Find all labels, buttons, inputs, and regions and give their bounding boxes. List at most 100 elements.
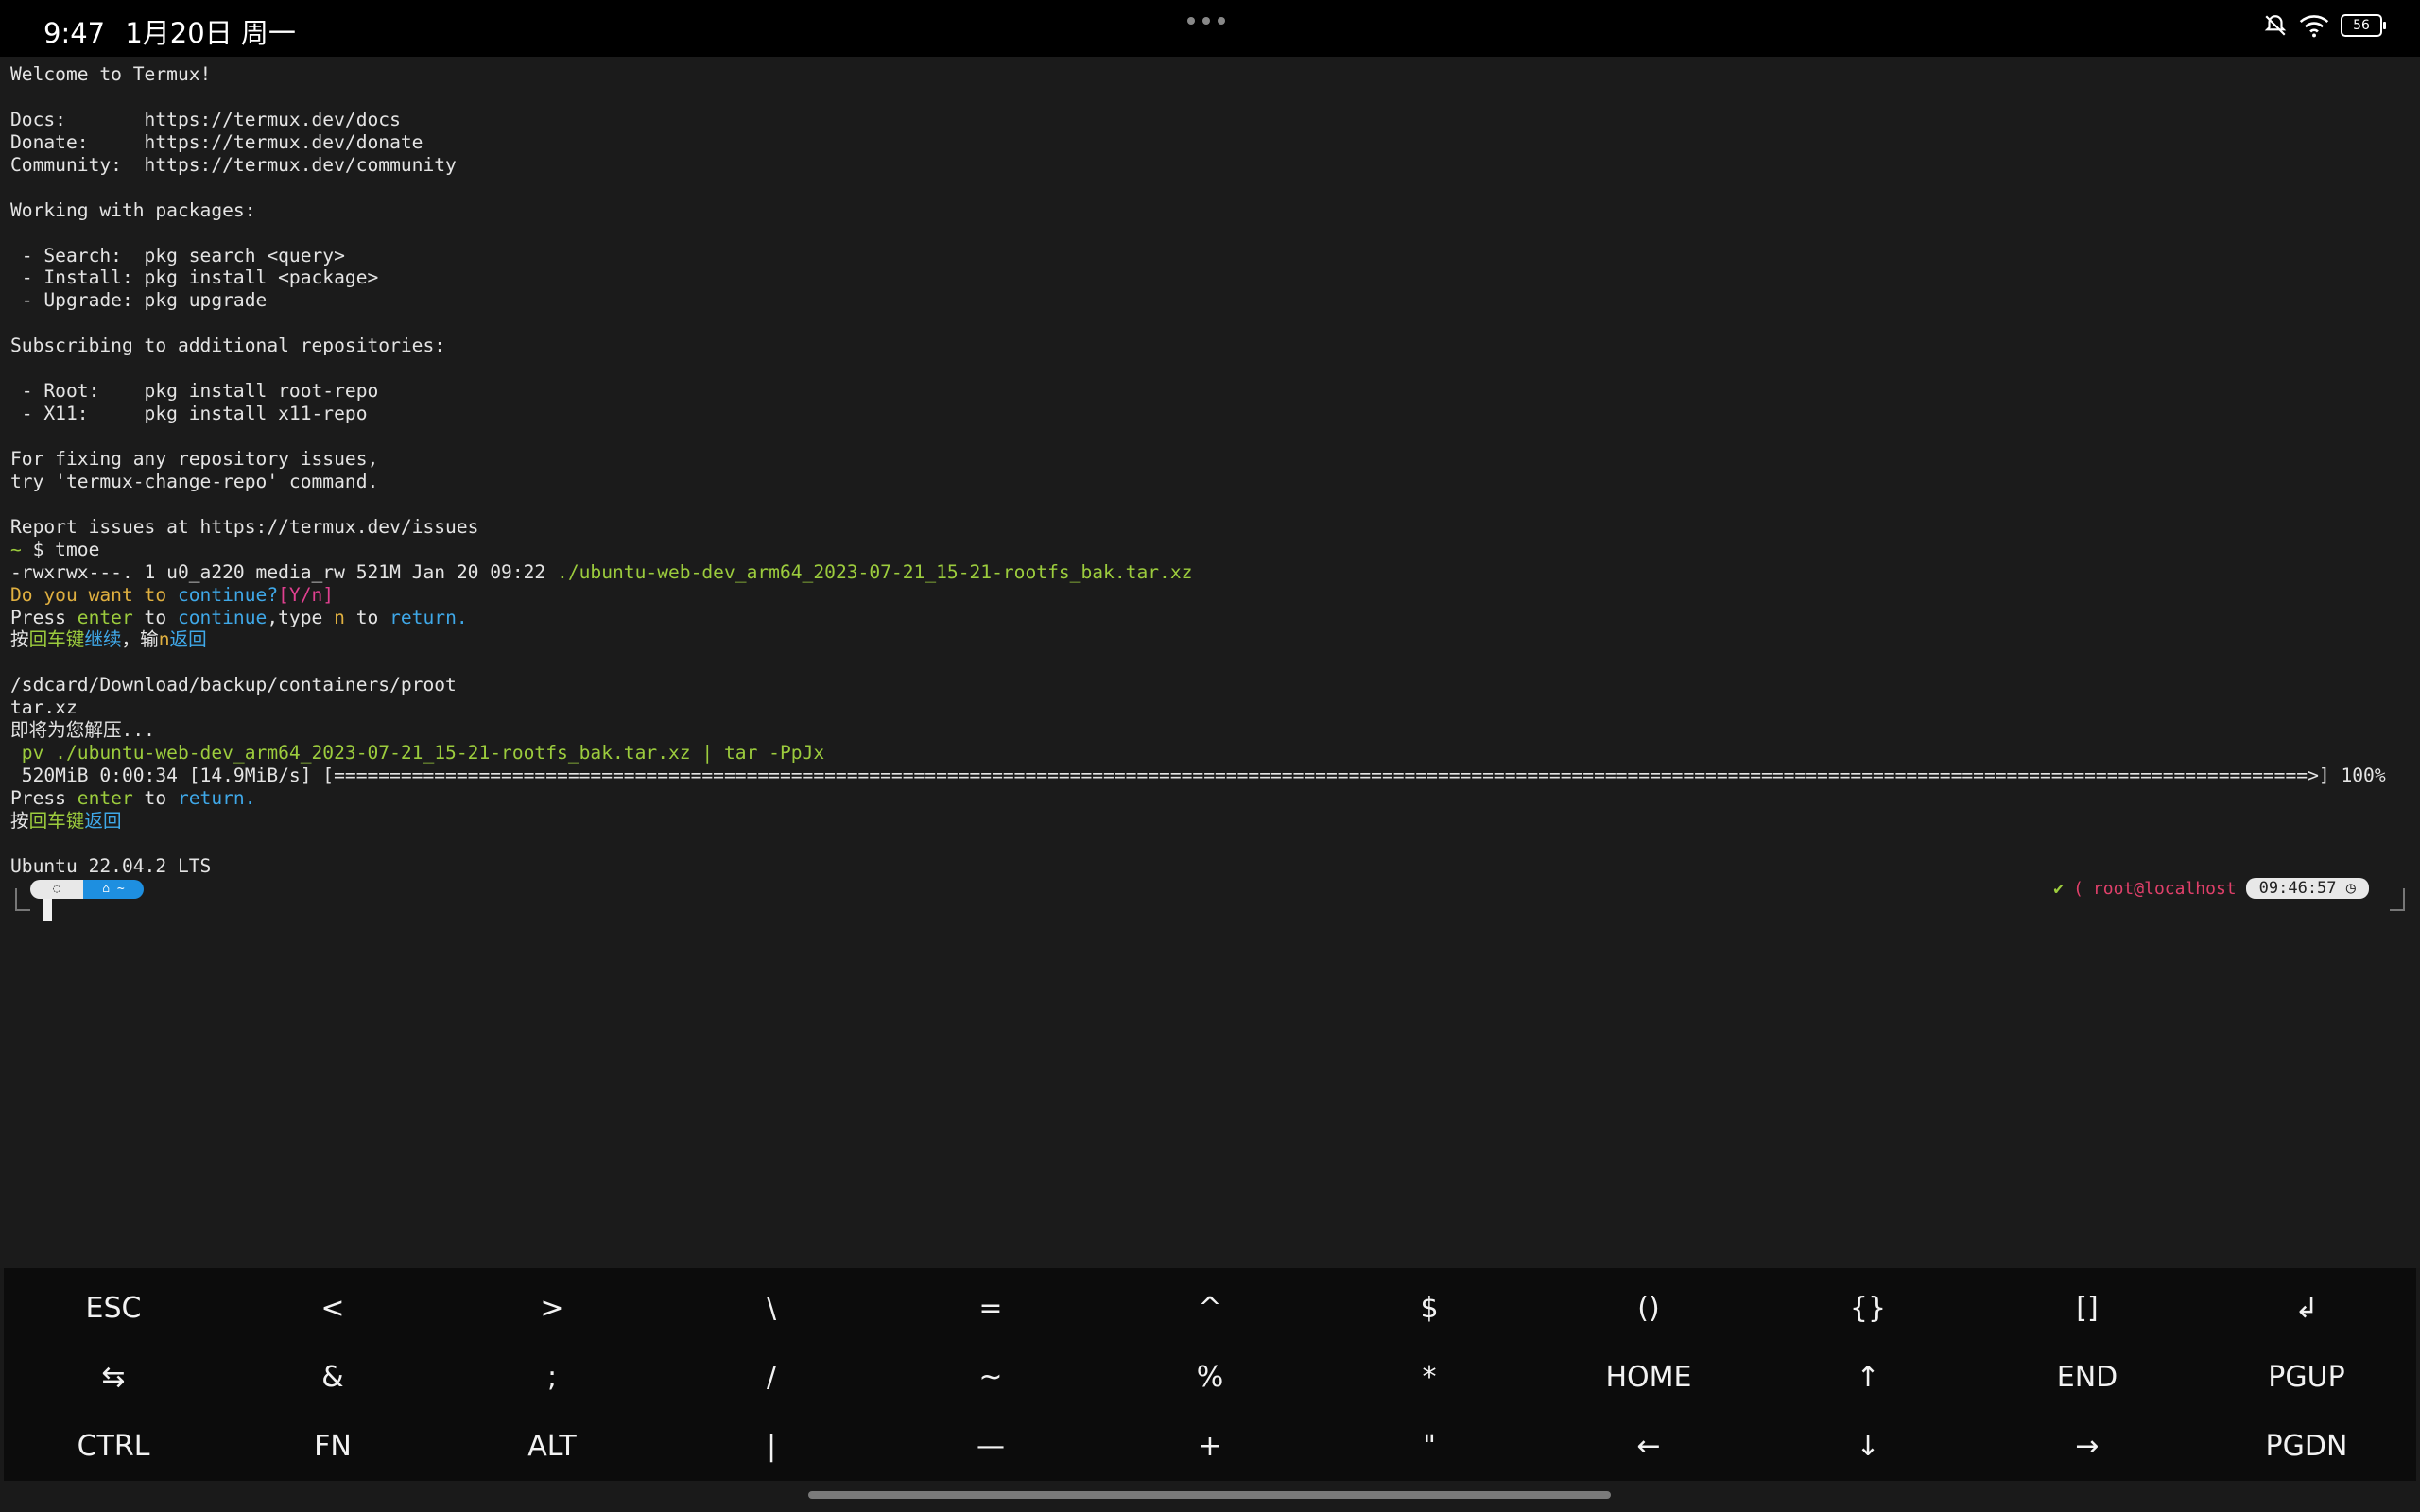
home-dir-segment: ⌂ ~ (83, 880, 144, 899)
esc-key[interactable]: ESC (4, 1274, 223, 1343)
terminal-text-segment: to (132, 606, 178, 628)
terminal-line: Press enter to return. (10, 787, 2386, 810)
terminal-line: For fixing any repository issues, (10, 448, 2386, 471)
up-arrow-key[interactable]: ↑ (1758, 1343, 1978, 1412)
page-down-key[interactable]: PGDN (2197, 1412, 2416, 1481)
terminal-text-segment: - Upgrade: pkg upgrade (10, 289, 268, 312)
terminal-text-segment: tar.xz (10, 696, 78, 719)
battery-level: 56 (2353, 18, 2370, 33)
terminal-output[interactable]: Welcome to Termux! Docs: https://termux.d… (0, 57, 2420, 1268)
less-than-key[interactable]: < (223, 1274, 442, 1343)
greater-than-key[interactable]: > (442, 1274, 662, 1343)
terminal-line: tar.xz (10, 696, 2386, 719)
prompt-segment: ◌ ⌂ ~ (30, 880, 144, 899)
parens-key[interactable]: () (1539, 1274, 1758, 1343)
fn-key[interactable]: FN (223, 1412, 442, 1481)
terminal-text-segment: 返回 (84, 809, 122, 832)
terminal-text-segment: 回车键 (28, 628, 85, 651)
down-arrow-key[interactable]: ↓ (1758, 1412, 1978, 1481)
extra-keys-row: CTRL FN ALT | — + " ← ↓ → PGDN (4, 1412, 2416, 1481)
terminal-cursor[interactable] (43, 899, 52, 921)
terminal-text-segment: ./ubuntu-web-dev_arm64_2023-07-21_15-21-… (557, 560, 1193, 583)
terminal-text-segment: - Root: pkg install root-repo (10, 380, 379, 403)
terminal-lines: Welcome to Termux! Docs: https://termux.d… (10, 63, 2386, 878)
equals-key[interactable]: = (881, 1274, 1100, 1343)
percent-key[interactable]: % (1100, 1343, 1320, 1412)
battery-icon: 56 (2341, 14, 2386, 37)
terminal-line: Press enter to continue,type n to return… (10, 607, 2386, 629)
end-key[interactable]: END (1978, 1343, 2197, 1412)
home-indicator[interactable] (808, 1491, 1611, 1499)
prompt-right-segment: ✔ ( root@localhost 09:46:57 ◷ (2053, 878, 2369, 899)
plus-key[interactable]: + (1100, 1412, 1320, 1481)
tab-key[interactable]: ⇆ (4, 1343, 223, 1412)
terminal-text-segment: ，输 (121, 628, 159, 651)
terminal-text-segment: Welcome to Termux! (10, 63, 212, 85)
slash-key[interactable]: / (662, 1343, 881, 1412)
terminal-text-segment: 回车键 (28, 809, 85, 832)
dash-key[interactable]: — (881, 1412, 1100, 1481)
terminal-line: Docs: https://termux.dev/docs (10, 109, 2386, 131)
terminal-text-segment: n (334, 606, 345, 628)
terminal-line: pv ./ubuntu-web-dev_arm64_2023-07-21_15-… (10, 742, 2386, 765)
enter-key[interactable]: ↲ (2197, 1274, 2416, 1343)
terminal-text-segment: 即将为您解压... (10, 719, 155, 742)
tilde-key[interactable]: ~ (881, 1343, 1100, 1412)
left-arrow-key[interactable]: ← (1539, 1412, 1758, 1481)
terminal-line: Do you want to continue?[Y/n] (10, 584, 2386, 607)
dollar-key[interactable]: $ (1320, 1274, 1539, 1343)
terminal-line: 520MiB 0:00:34 [14.9MiB/s] [============… (10, 765, 2386, 787)
terminal-text-segment: Report issues at https://termux.dev/issu… (10, 515, 479, 538)
terminal-text-segment: 返回 (169, 628, 207, 651)
caret-key[interactable]: ^ (1100, 1274, 1320, 1343)
asterisk-key[interactable]: * (1320, 1343, 1539, 1412)
terminal-line: /sdcard/Download/backup/containers/proot (10, 674, 2386, 696)
terminal-line: - Install: pkg install <package> (10, 266, 2386, 289)
home-key[interactable]: HOME (1539, 1343, 1758, 1412)
terminal-line: - X11: pkg install x11-repo (10, 403, 2386, 425)
terminal-text-segment: Donate: https://termux.dev/donate (10, 130, 424, 153)
brackets-key[interactable]: [] (1978, 1274, 2197, 1343)
terminal-line: 按回车键继续，输n返回 (10, 628, 2386, 651)
terminal-text-segment: enter (77, 787, 133, 809)
terminal-text-segment: ~ (10, 538, 33, 560)
terminal-text-segment: Ubuntu 22.04.2 LTS (10, 854, 212, 877)
pipe-key[interactable]: | (662, 1412, 881, 1481)
quote-key[interactable]: " (1320, 1412, 1539, 1481)
more-dots-icon[interactable] (1187, 17, 1225, 25)
ctrl-key[interactable]: CTRL (4, 1412, 223, 1481)
terminal-text-segment: try 'termux-change-repo' command. (10, 470, 379, 492)
semicolon-key[interactable]: ; (442, 1343, 662, 1412)
terminal-text-segment: For fixing any repository issues, (10, 447, 379, 470)
terminal-text-segment: 按 (10, 628, 29, 651)
terminal-line: -rwxrwx---. 1 u0_a220 media_rw 521M Jan … (10, 561, 2386, 584)
extra-keys-row: ⇆ &; / ~% * HOME ↑ END PGUP (4, 1343, 2416, 1412)
right-arrow-key[interactable]: → (1978, 1412, 2197, 1481)
terminal-text-segment: enter (77, 606, 133, 628)
status-icons: 56 (2263, 13, 2386, 38)
terminal-text-segment: Press (10, 787, 78, 809)
terminal-line: 按回车键返回 (10, 810, 2386, 833)
backslash-key[interactable]: \ (662, 1274, 881, 1343)
alt-key[interactable]: ALT (442, 1412, 662, 1481)
terminal-line: Ubuntu 22.04.2 LTS (10, 855, 2386, 878)
prompt-clock: 09:46:57 ◷ (2245, 878, 2369, 899)
terminal-line: Subscribing to additional repositories: (10, 335, 2386, 357)
terminal-text-segment: return. (389, 606, 468, 628)
terminal-text-segment: continue? (177, 583, 279, 606)
terminal-line: 即将为您解压... (10, 719, 2386, 742)
page-up-key[interactable]: PGUP (2197, 1343, 2416, 1412)
terminal-text-segment: return. (177, 787, 256, 809)
terminal-line: - Root: pkg install root-repo (10, 380, 2386, 403)
terminal-text-segment: to (344, 606, 390, 628)
ampersand-key[interactable]: & (223, 1343, 442, 1412)
braces-key[interactable]: {} (1758, 1274, 1978, 1343)
os-icon: ◌ (30, 880, 83, 899)
